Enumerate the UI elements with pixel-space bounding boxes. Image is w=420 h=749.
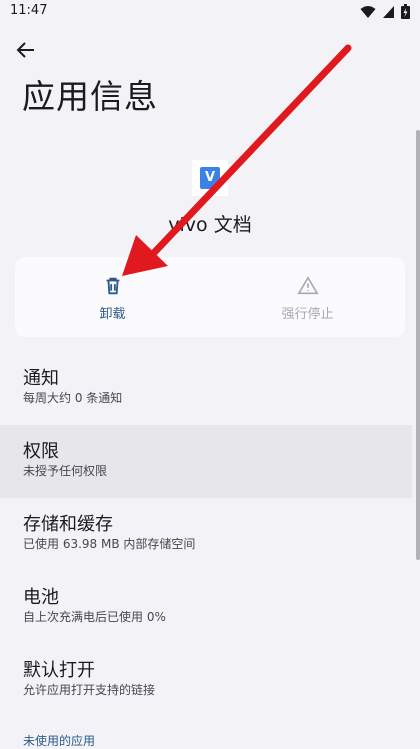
list-item-permissions[interactable]: 权限 未授予任何权限: [0, 425, 412, 498]
list-item-open-by-default[interactable]: 默认打开 允许应用打开支持的链接: [0, 644, 412, 717]
back-arrow-icon[interactable]: [14, 38, 38, 62]
app-icon: V: [192, 160, 228, 196]
item-title: 权限: [23, 441, 59, 462]
item-subtitle: 允许应用打开支持的链接: [23, 683, 156, 697]
force-stop-label: 强行停止: [281, 307, 334, 322]
item-subtitle: 已使用 63.98 MB 内部存储空间: [23, 537, 196, 551]
force-stop-button[interactable]: 强行停止: [210, 275, 405, 322]
action-card: 卸载 强行停止: [15, 257, 405, 337]
item-title: 存储和缓存: [23, 514, 113, 535]
item-subtitle: 未授予任何权限: [23, 464, 108, 478]
status-bar: 11:47: [0, 0, 420, 24]
scrollbar[interactable]: [416, 130, 420, 560]
item-subtitle: 每周大约 0 条通知: [23, 391, 123, 405]
trash-icon: [106, 277, 119, 295]
uninstall-label: 卸载: [99, 307, 126, 322]
warning-icon: [296, 276, 319, 295]
list-item-storage[interactable]: 存储和缓存 已使用 63.98 MB 内部存储空间: [0, 498, 412, 571]
list-item-notifications[interactable]: 通知 每周大约 0 条通知: [0, 352, 412, 425]
item-subtitle: 自上次充满电后已使用 0%: [23, 610, 166, 624]
unused-apps-section-header: 未使用的应用: [23, 734, 96, 748]
status-time: 11:47: [10, 3, 48, 18]
app-name: vivo 文档: [168, 214, 252, 236]
item-title: 电池: [23, 587, 59, 608]
signal-icon: [383, 5, 394, 18]
page-title: 应用信息: [22, 77, 158, 116]
settings-list: 通知 每周大约 0 条通知 权限 未授予任何权限 存储和缓存 已使用 63.98…: [0, 352, 412, 717]
battery-icon: [401, 4, 410, 19]
item-title: 通知: [23, 368, 59, 389]
status-icons: [360, 4, 410, 19]
uninstall-button[interactable]: 卸载: [15, 275, 210, 322]
list-item-battery[interactable]: 电池 自上次充满电后已使用 0%: [0, 571, 412, 644]
wifi-icon: [360, 5, 376, 18]
app-icon-badge: V: [200, 167, 220, 189]
item-title: 默认打开: [23, 660, 95, 681]
